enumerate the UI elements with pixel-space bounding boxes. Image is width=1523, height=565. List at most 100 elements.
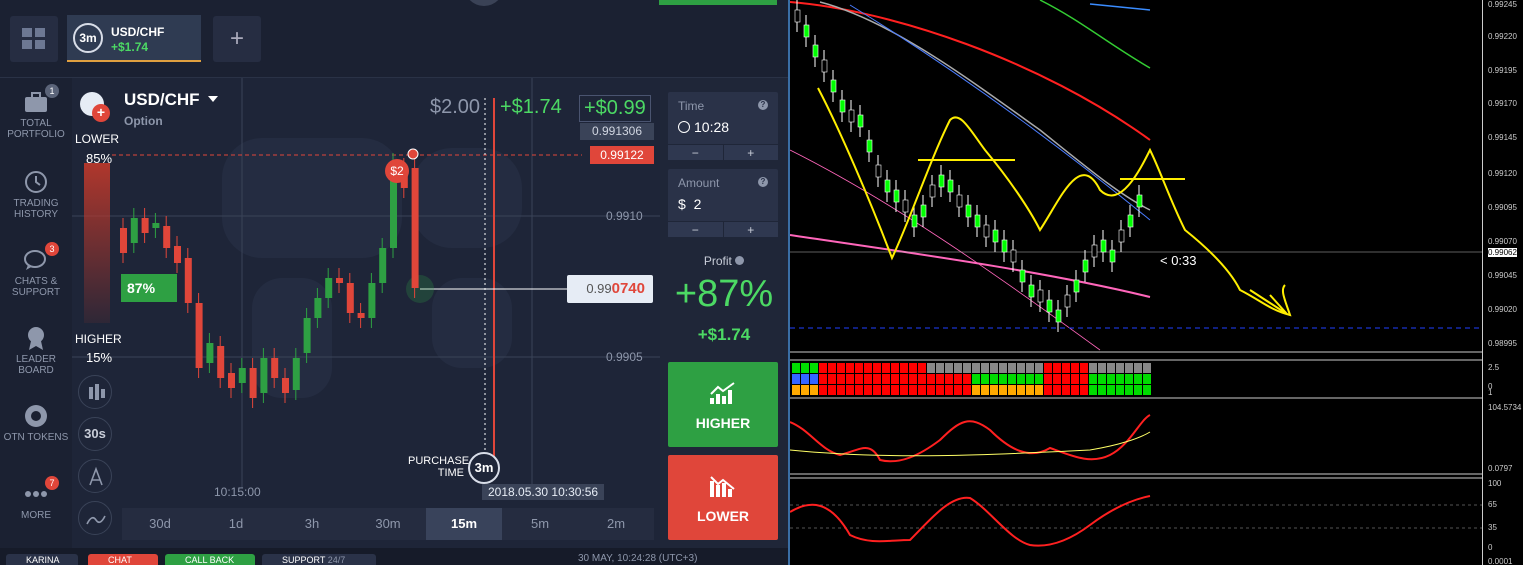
higher-button[interactable]: HIGHER bbox=[668, 362, 778, 447]
sidebar-item-label: CHATS & SUPPORT bbox=[11, 276, 61, 298]
timeframe-1d[interactable]: 1d bbox=[198, 508, 274, 540]
heat-cell bbox=[855, 374, 863, 384]
timeframe-30m[interactable]: 30m bbox=[350, 508, 426, 540]
chevron-down-icon[interactable] bbox=[208, 96, 218, 102]
timeframe-3h[interactable]: 3h bbox=[274, 508, 350, 540]
indicator-icon[interactable] bbox=[78, 501, 112, 535]
sidebar-item-label: TRADING HISTORY bbox=[13, 198, 59, 220]
timeframe-30d[interactable]: 30d bbox=[122, 508, 198, 540]
heat-cell bbox=[819, 363, 827, 373]
mt4-candle bbox=[1100, 230, 1107, 262]
profit-label: Profit bbox=[660, 254, 788, 268]
heat-cell bbox=[900, 385, 908, 395]
candle bbox=[184, 248, 192, 313]
sidebar-item-otn[interactable]: OTN TOKENS bbox=[0, 404, 72, 443]
mt4-candle bbox=[857, 105, 864, 137]
sidebar-item-label: TOTAL PORTFOLIO bbox=[7, 118, 65, 140]
heat-cell bbox=[855, 363, 863, 373]
flag-swiss-icon: + bbox=[92, 104, 110, 122]
amount-field[interactable]: Amount ? $ 2 − + bbox=[668, 169, 778, 237]
heat-cell bbox=[1044, 385, 1052, 395]
heat-cell bbox=[999, 363, 1007, 373]
lower-button[interactable]: LOWER bbox=[668, 455, 778, 540]
asset-grid-button[interactable] bbox=[10, 16, 58, 62]
add-asset-button[interactable]: + bbox=[213, 16, 261, 62]
mt4-chart[interactable]: < 0:33 0.99245 0.99220 0.99195 0.99170 0… bbox=[788, 0, 1523, 565]
heat-cell bbox=[1008, 385, 1016, 395]
lower-percent: 85% bbox=[86, 151, 113, 166]
sidebar-item-leaderboard[interactable]: LEADER BOARD bbox=[0, 326, 72, 376]
heat-cell bbox=[792, 374, 800, 384]
time-plus-button[interactable]: + bbox=[723, 145, 778, 160]
heat-cell bbox=[1062, 374, 1070, 384]
amount-plus-button[interactable]: + bbox=[723, 222, 778, 237]
heat-cell bbox=[927, 374, 935, 384]
higher-label: HIGHER bbox=[75, 332, 122, 346]
timeframe-5m[interactable]: 5m bbox=[502, 508, 578, 540]
heat-cell bbox=[1017, 363, 1025, 373]
time-field[interactable]: Time ? 10:28 − + bbox=[668, 92, 778, 160]
time-value: 10:28 bbox=[678, 119, 729, 135]
heat-cell bbox=[1107, 374, 1115, 384]
heat-cell bbox=[873, 374, 881, 384]
higher-percent: 15% bbox=[86, 350, 113, 365]
heat-cell bbox=[1053, 374, 1061, 384]
draw-icon[interactable] bbox=[78, 459, 112, 493]
support-button[interactable]: SUPPORT 24/7 bbox=[262, 554, 376, 565]
price-chart[interactable]: + USD/CHF Option $2.00 +$1.74 +$0.99 LOW… bbox=[72, 78, 660, 548]
chat-button[interactable]: CHAT bbox=[88, 554, 158, 565]
candles-icon[interactable] bbox=[78, 375, 112, 409]
mt4-candle bbox=[947, 170, 954, 202]
signal-heatmap bbox=[792, 363, 1151, 395]
sidebar-item-more[interactable]: 7 MORE bbox=[0, 476, 72, 521]
chart-asset-name[interactable]: USD/CHF bbox=[124, 90, 200, 110]
purchase-timer: 3m bbox=[468, 452, 500, 484]
sidebar: 1 TOTAL PORTFOLIO TRADING HISTORY 3 CHAT… bbox=[0, 78, 72, 548]
amount-label: Amount bbox=[678, 176, 720, 190]
heat-cell bbox=[1071, 374, 1079, 384]
mt4-candle bbox=[1064, 285, 1071, 317]
heat-cell bbox=[1026, 385, 1034, 395]
heat-cell bbox=[873, 385, 881, 395]
mt4-candle bbox=[830, 70, 837, 102]
mt4-candle bbox=[965, 195, 972, 227]
heat-cell bbox=[1107, 385, 1115, 395]
heat-cell bbox=[882, 363, 890, 373]
mt4-candle bbox=[983, 215, 990, 247]
timeframe-2m[interactable]: 2m bbox=[578, 508, 654, 540]
heat-cell bbox=[990, 363, 998, 373]
time-label: Time bbox=[678, 99, 705, 113]
sidebar-item-portfolio[interactable]: 1 TOTAL PORTFOLIO bbox=[0, 84, 72, 140]
candle-interval-button[interactable]: 30s bbox=[78, 417, 112, 451]
more-badge: 7 bbox=[45, 476, 59, 490]
heat-cell bbox=[981, 374, 989, 384]
heat-cell bbox=[1008, 363, 1016, 373]
deposit-button-edge[interactable] bbox=[659, 0, 777, 5]
help-icon[interactable]: ? bbox=[758, 177, 768, 187]
heat-cell bbox=[1035, 374, 1043, 384]
chart-asset-type: Option bbox=[124, 114, 163, 128]
sidebar-item-label: LEADER BOARD bbox=[15, 354, 56, 376]
candle bbox=[195, 293, 203, 378]
chart-canvas bbox=[72, 78, 660, 488]
expiry-datetime: 2018.05.30 10:30:56 bbox=[482, 484, 605, 500]
sidebar-item-chats[interactable]: 3 CHATS & SUPPORT bbox=[0, 242, 72, 298]
amount-minus-button[interactable]: − bbox=[668, 222, 724, 237]
deal-marker-label: $2 bbox=[390, 164, 404, 178]
time-minus-button[interactable]: − bbox=[668, 145, 724, 160]
heat-cell bbox=[1089, 374, 1097, 384]
user-menu[interactable]: KARINA bbox=[6, 554, 78, 565]
amount-value[interactable]: $ 2 bbox=[678, 196, 701, 212]
sidebar-item-history[interactable]: TRADING HISTORY bbox=[0, 170, 72, 220]
mt4-candle bbox=[929, 175, 936, 207]
timeframe-15m[interactable]: 15m bbox=[426, 508, 502, 540]
candle bbox=[336, 268, 343, 293]
asset-tab-usdchf[interactable]: 3m USD/CHF +$1.74 bbox=[67, 15, 201, 62]
help-icon[interactable]: ? bbox=[758, 100, 768, 110]
sentiment-bar bbox=[84, 163, 110, 323]
heat-cell bbox=[1062, 385, 1070, 395]
investment-amount: $2.00 bbox=[430, 96, 481, 118]
heat-cell bbox=[936, 374, 944, 384]
callback-button[interactable]: CALL BACK bbox=[165, 554, 255, 565]
top-dropdown-handle[interactable] bbox=[464, 0, 504, 6]
